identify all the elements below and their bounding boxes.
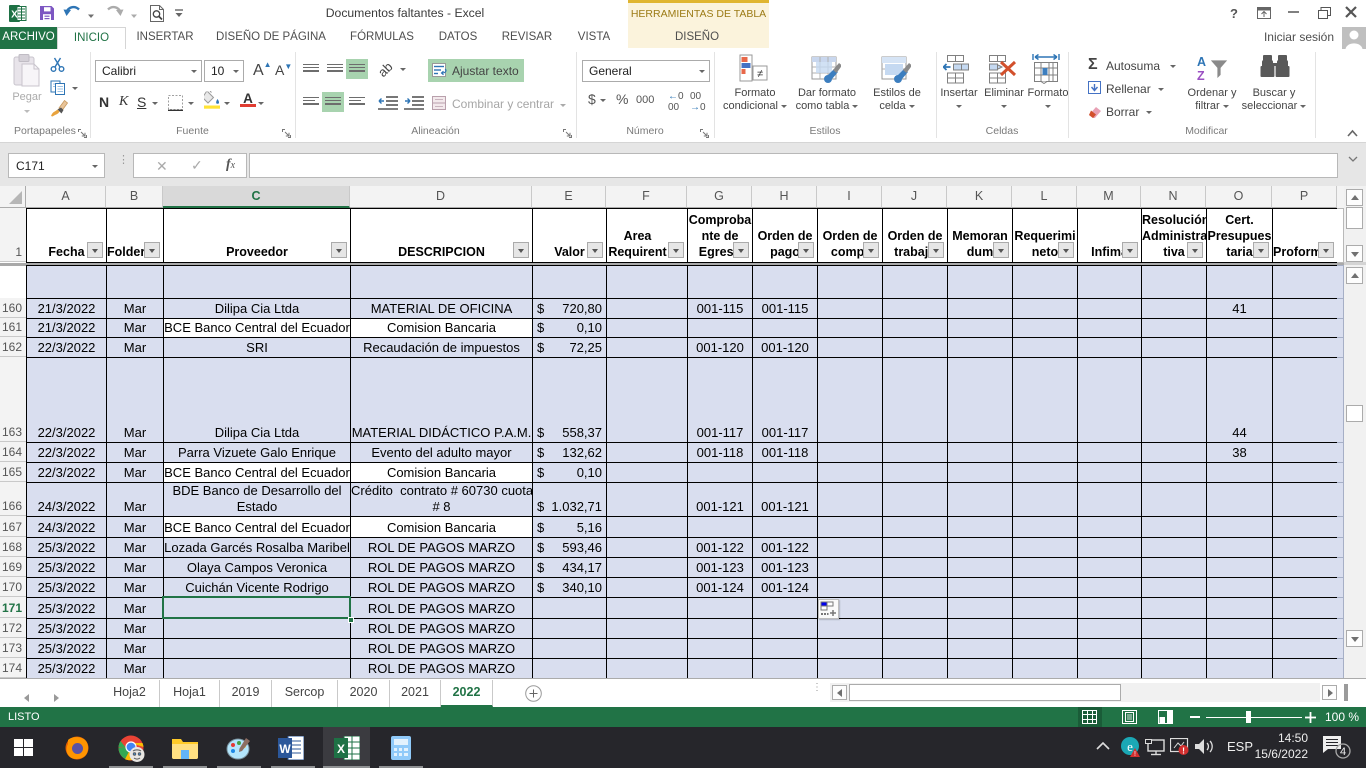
svg-text:≠: ≠ — [757, 68, 763, 80]
svg-text:Z: Z — [1197, 69, 1205, 83]
svg-text:!: ! — [1182, 746, 1185, 756]
svg-text:!: ! — [1134, 751, 1136, 758]
svg-text:X: X — [337, 742, 345, 756]
svg-text:W: W — [279, 742, 291, 756]
svg-text:4: 4 — [1340, 746, 1346, 758]
svg-text:X: X — [11, 10, 18, 21]
svg-text:e: e — [1127, 739, 1133, 754]
svg-text:A: A — [1197, 55, 1206, 69]
